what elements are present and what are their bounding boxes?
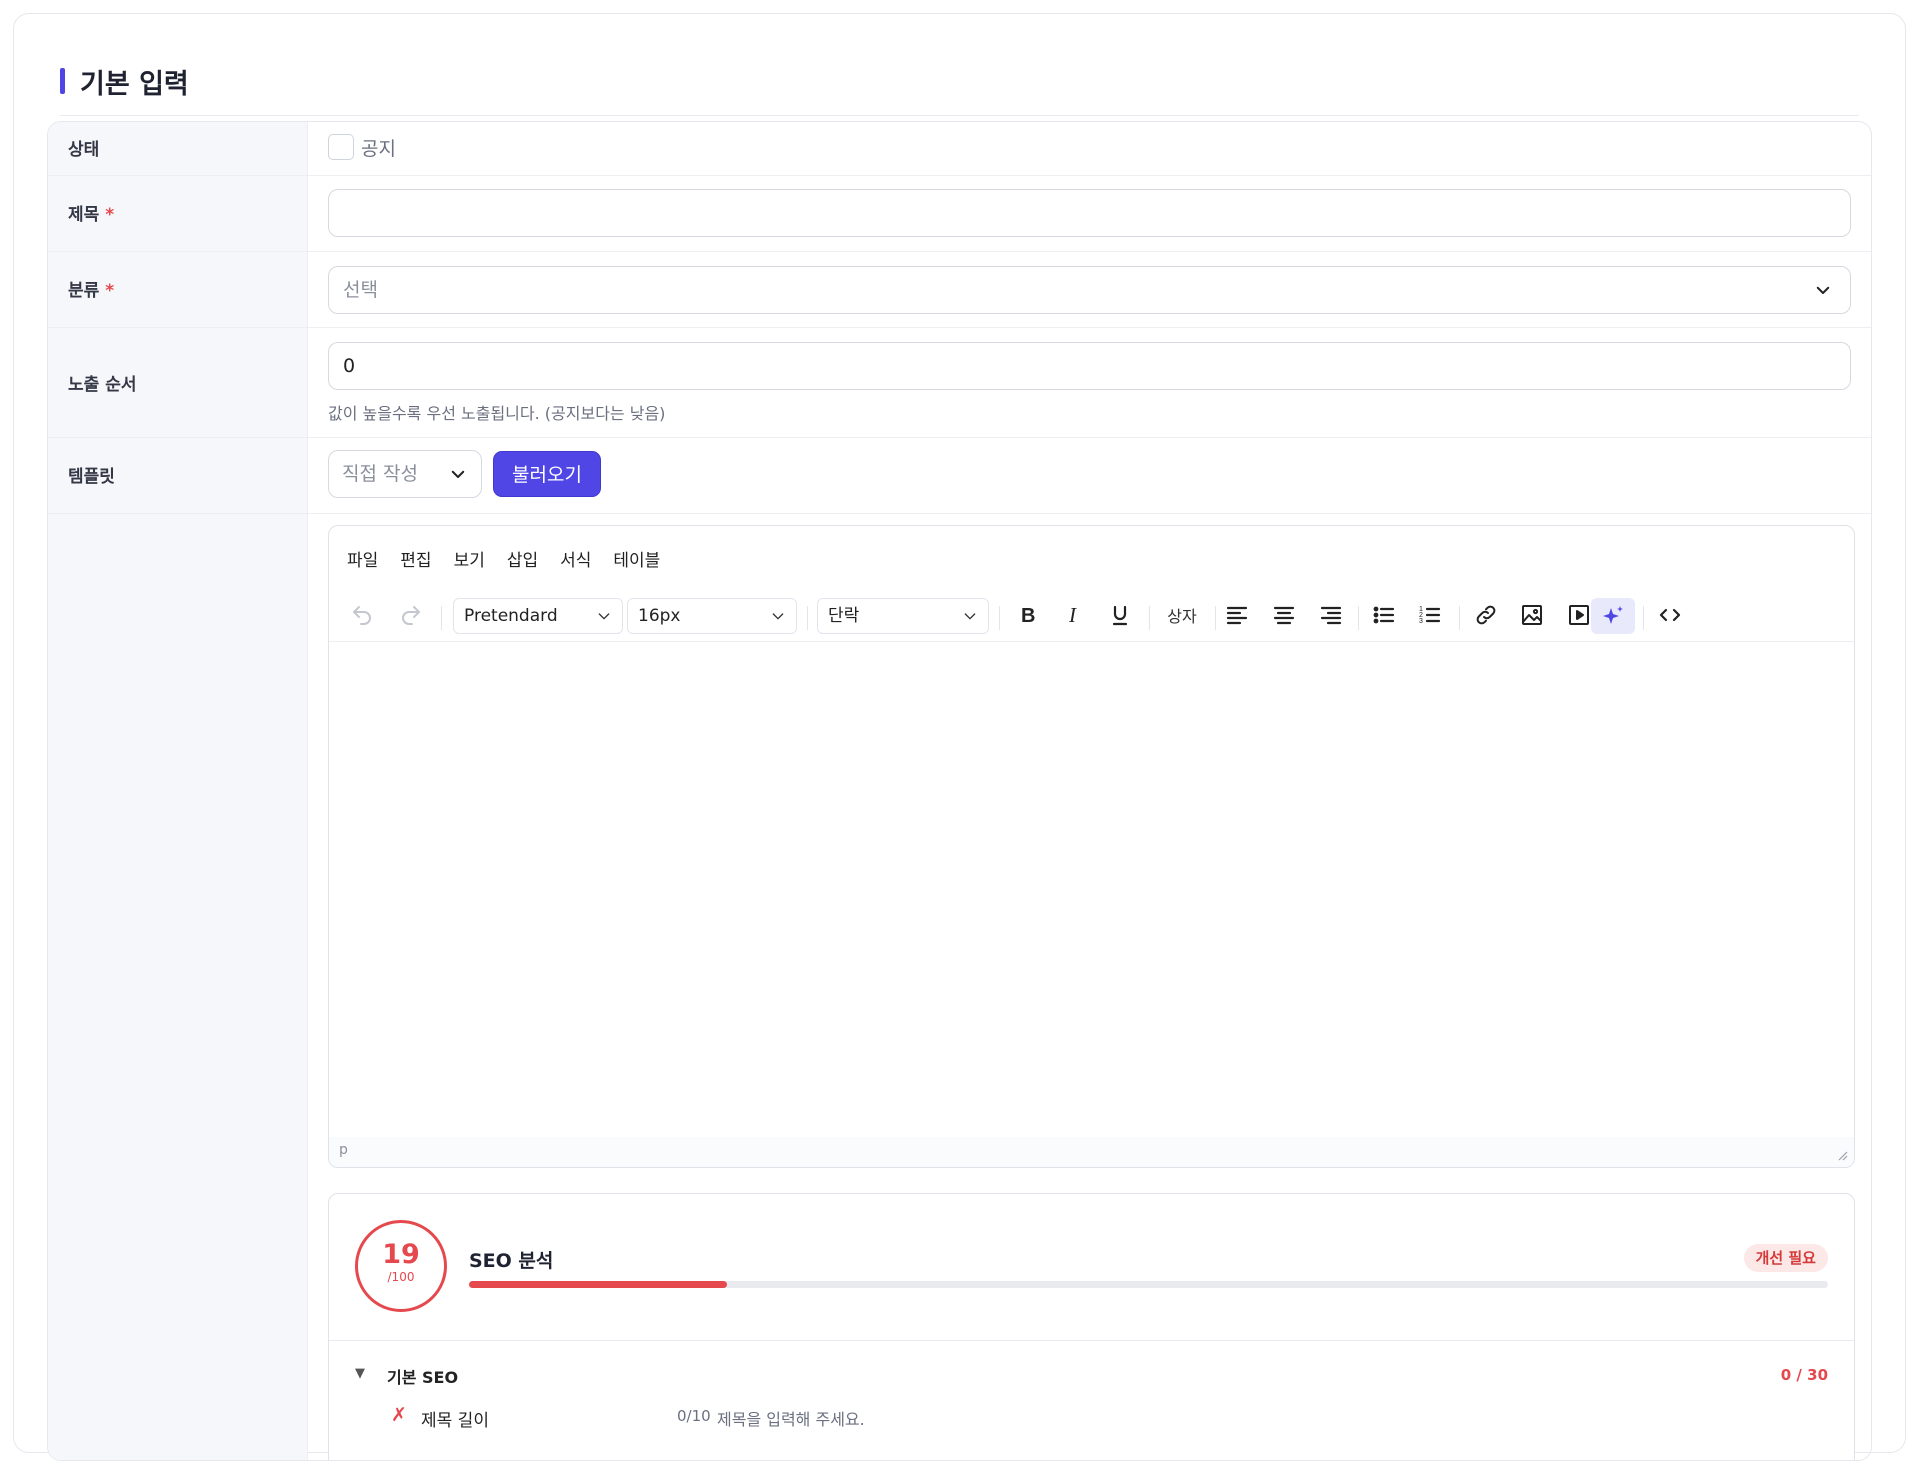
seo-group-score: 0 / 30: [1780, 1366, 1828, 1384]
ai-assistant-button[interactable]: [1591, 598, 1635, 634]
chevron-down-icon: [964, 613, 976, 620]
numbered-list-icon[interactable]: 123: [1415, 600, 1445, 630]
box-button[interactable]: 상자: [1157, 600, 1207, 630]
row-status: 상태 공지: [48, 122, 1871, 176]
menu-format[interactable]: 서식: [560, 546, 591, 571]
menu-table[interactable]: 테이블: [613, 546, 660, 571]
resize-handle-icon[interactable]: [1836, 1149, 1848, 1161]
seo-score: 19: [382, 1239, 420, 1270]
ai-sparkle-icon: [1603, 606, 1623, 624]
row-template: 템플릿 직접 작성 불러오기: [48, 438, 1871, 514]
toolbar-divider: [807, 606, 808, 630]
media-icon[interactable]: [1564, 600, 1594, 630]
collapse-toggle-icon[interactable]: ▼: [355, 1366, 365, 1381]
form-table: 상태 공지 제목 * 분류 * 선택 노출 순서 0 값이 높을수록 우선 노출됩니…: [47, 121, 1872, 1461]
font-size-value: 16px: [638, 606, 681, 626]
template-select[interactable]: 직접 작성: [328, 450, 482, 498]
editor-content-area[interactable]: [329, 643, 1854, 1137]
svg-text:I: I: [1068, 603, 1077, 627]
template-select-value: 직접 작성: [342, 463, 418, 485]
seo-title: SEO 분석: [469, 1250, 554, 1272]
status-label: 상태: [68, 140, 100, 160]
seo-progress-bar: [469, 1281, 1828, 1288]
toolbar-divider: [1643, 606, 1644, 630]
align-left-icon[interactable]: [1222, 600, 1252, 630]
notice-checkbox-label[interactable]: 공지: [361, 134, 396, 161]
align-right-icon[interactable]: [1316, 600, 1346, 630]
section-accent-bar: [60, 68, 65, 94]
seo-group-title[interactable]: 기본 SEO: [387, 1364, 458, 1388]
seo-score-max: /100: [387, 1270, 415, 1284]
seo-check-name: 제목 길이: [421, 1411, 489, 1431]
seo-analysis-panel: 19 /100 SEO 분석 개선 필요 ▼ 기본 SEO 0 / 30 ✗ 제…: [328, 1193, 1855, 1460]
font-family-select[interactable]: Pretendard: [453, 598, 623, 634]
toolbar-divider: [1358, 606, 1359, 630]
notice-checkbox[interactable]: [328, 134, 354, 160]
italic-icon[interactable]: I: [1059, 600, 1089, 630]
chevron-down-icon: [451, 470, 465, 478]
order-input[interactable]: 0: [328, 342, 1851, 390]
undo-icon[interactable]: [347, 600, 377, 630]
seo-score-ring: 19 /100: [355, 1220, 447, 1312]
toolbar-divider: [999, 606, 1000, 630]
image-icon[interactable]: [1517, 600, 1547, 630]
order-label: 노출 순서: [68, 375, 137, 395]
editor-menubar: 파일 편집 보기 삽입 서식 테이블: [347, 546, 682, 571]
status-badge: 개선 필요: [1743, 1244, 1828, 1272]
redo-icon[interactable]: [396, 600, 426, 630]
bold-icon[interactable]: B: [1013, 600, 1043, 630]
font-size-select[interactable]: 16px: [627, 598, 797, 634]
load-template-button[interactable]: 불러오기: [493, 451, 601, 497]
bullet-list-icon[interactable]: [1369, 600, 1399, 630]
link-icon[interactable]: [1471, 600, 1501, 630]
section-title: 기본 입력: [80, 69, 189, 100]
toolbar-divider: [1149, 606, 1150, 630]
row-order: 노출 순서 0 값이 높을수록 우선 노출됩니다. (공지보다는 낮음): [48, 328, 1871, 438]
chevron-down-icon: [772, 613, 784, 620]
code-icon[interactable]: [1655, 600, 1685, 630]
svg-text:B: B: [1021, 605, 1035, 627]
row-category: 분류 * 선택: [48, 252, 1871, 328]
divider: [329, 1340, 1854, 1341]
fail-icon: ✗: [391, 1404, 407, 1426]
template-label: 템플릿: [68, 467, 115, 487]
rich-text-editor: 파일 편집 보기 삽입 서식 테이블 Pretendard 16px 단락 B …: [328, 525, 1855, 1168]
svg-text:3: 3: [1419, 618, 1423, 625]
editor-statusbar: p: [329, 1137, 1854, 1167]
chevron-down-icon: [1816, 286, 1830, 294]
menu-insert[interactable]: 삽입: [507, 546, 538, 571]
category-label: 분류 *: [68, 281, 115, 301]
title-input[interactable]: [328, 189, 1851, 237]
section-header: 기본 입력: [60, 60, 1859, 116]
element-path[interactable]: p: [339, 1142, 348, 1158]
seo-check-item: ✗ 제목 길이 0/10 제목을 입력해 주세요.: [391, 1404, 1291, 1432]
chevron-down-icon: [598, 613, 610, 620]
menu-view[interactable]: 보기: [454, 546, 485, 571]
category-select-value: 선택: [343, 279, 378, 301]
editor-toolbar: Pretendard 16px 단락 B I 상자 1 2 3: [329, 590, 1854, 642]
seo-check-message: 제목을 입력해 주세요.: [717, 1410, 865, 1429]
font-family-value: Pretendard: [464, 606, 558, 626]
menu-edit[interactable]: 편집: [400, 546, 431, 571]
menu-file[interactable]: 파일: [347, 546, 378, 571]
order-hint: 값이 높을수록 우선 노출됩니다. (공지보다는 낮음): [328, 404, 666, 423]
row-title: 제목 *: [48, 176, 1871, 252]
title-label: 제목 *: [68, 205, 115, 225]
seo-progress-fill: [469, 1281, 728, 1288]
toolbar-divider: [1459, 606, 1460, 630]
underline-icon[interactable]: [1105, 600, 1135, 630]
block-format-value: 단락: [828, 606, 860, 626]
block-format-select[interactable]: 단락: [817, 598, 989, 634]
toolbar-divider: [441, 606, 442, 630]
seo-check-points: 0/10: [677, 1407, 711, 1425]
category-select[interactable]: 선택: [328, 266, 1851, 314]
toolbar-divider: [1215, 606, 1216, 630]
align-center-icon[interactable]: [1269, 600, 1299, 630]
